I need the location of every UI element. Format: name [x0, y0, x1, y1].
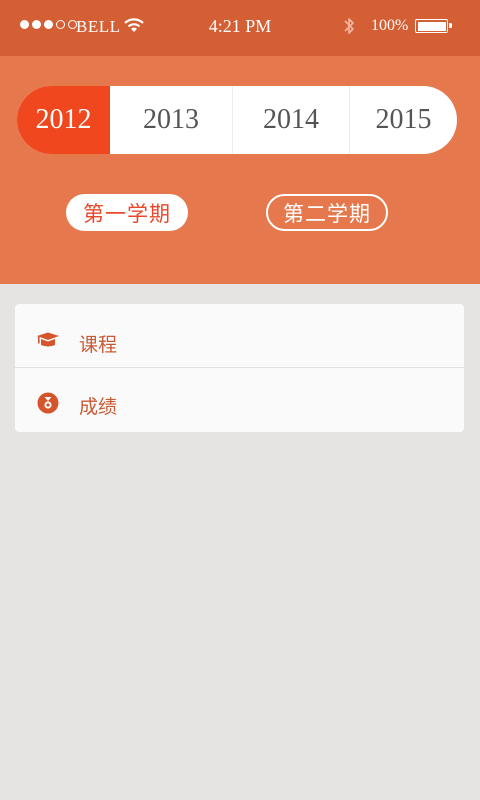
- year-picker: 2012 2013 2014 2015: [17, 86, 457, 154]
- battery-percentage: 100%: [371, 17, 409, 34]
- menu-item-grades[interactable]: 成绩: [15, 368, 464, 432]
- medal-icon: [37, 392, 59, 414]
- menu-item-courses[interactable]: 课程: [15, 304, 464, 368]
- bluetooth-icon: [344, 18, 354, 34]
- year-option-2015[interactable]: 2015: [350, 86, 457, 154]
- year-option-2012[interactable]: 2012: [17, 86, 110, 154]
- menu-label-grades: 成绩: [79, 397, 118, 418]
- menu-card: 课程 成绩: [15, 304, 464, 432]
- battery-icon: [415, 19, 452, 33]
- status-bar: BELL 4:21 PM 100%: [0, 0, 480, 56]
- year-option-2014[interactable]: 2014: [233, 86, 350, 154]
- year-option-2013[interactable]: 2013: [110, 86, 233, 154]
- second-semester-button[interactable]: 第二学期: [266, 194, 388, 231]
- menu-label-courses: 课程: [79, 335, 118, 356]
- graduation-cap-icon: [37, 332, 59, 347]
- first-semester-button[interactable]: 第一学期: [66, 194, 188, 231]
